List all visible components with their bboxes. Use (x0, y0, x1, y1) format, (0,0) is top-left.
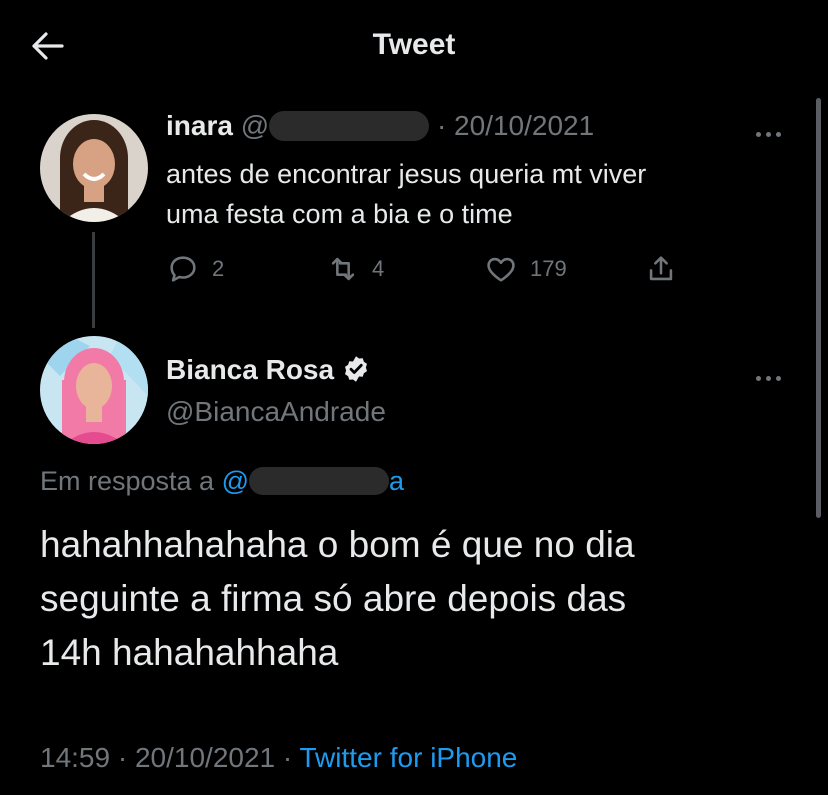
redaction-blur (249, 467, 390, 495)
main-author: Bianca Rosa (166, 354, 726, 394)
main-tweet-text: hahahhahahaha o bom é que no dia seguint… (40, 518, 800, 680)
main-author-name[interactable]: Bianca Rosa (166, 354, 334, 385)
reply-icon (170, 256, 196, 282)
parent-tweet-header: inara @ · 20/10/2021 (166, 110, 756, 150)
top-bar: Tweet (0, 0, 828, 90)
meta-separator: · (282, 742, 293, 773)
like-button[interactable]: 179 (484, 252, 567, 286)
parent-author-name[interactable]: inara (166, 110, 233, 141)
share-icon (649, 256, 673, 281)
tweet-metadata: 14:59 · 20/10/2021 · Twitter for iPhone (40, 742, 517, 774)
scrollbar[interactable] (816, 98, 821, 518)
parent-tweet-text: antes de encontrar jesus queria mt viver… (166, 154, 786, 234)
main-text-line: seguinte a firma só abre depois das (40, 578, 627, 619)
main-author-handle[interactable]: @BiancaAndrade (166, 396, 386, 428)
meta-separator: · (117, 742, 128, 773)
main-more-button[interactable] (756, 368, 790, 381)
thread-connector (92, 232, 95, 328)
share-button[interactable] (644, 252, 678, 286)
verified-badge-icon (344, 356, 367, 382)
main-text-line: hahahhahahaha o bom é que no dia (40, 524, 635, 565)
parent-author-handle[interactable]: @ (241, 110, 269, 141)
parent-text-line: antes de encontrar jesus queria mt viver (166, 159, 647, 189)
reply-count: 2 (212, 256, 225, 281)
reply-to-handle-end[interactable]: a (389, 466, 404, 496)
reply-to-label: Em resposta a (40, 466, 215, 496)
parent-date[interactable]: 20/10/2021 (454, 110, 594, 141)
main-text-line: 14h hahahahhaha (40, 632, 339, 673)
like-count: 179 (530, 256, 567, 281)
tweet-date[interactable]: 20/10/2021 (135, 742, 275, 773)
more-options-icon (756, 132, 761, 137)
retweet-button[interactable]: 4 (326, 252, 384, 286)
parent-more-button[interactable] (756, 124, 790, 137)
tweet-source[interactable]: Twitter for iPhone (300, 742, 518, 773)
retweet-icon (331, 257, 355, 281)
like-icon (487, 257, 515, 282)
reply-context: Em resposta a @ a (40, 466, 404, 497)
reply-to-handle[interactable]: @ (222, 466, 249, 496)
page-title: Tweet (372, 28, 456, 61)
avatar-bianca[interactable] (40, 336, 148, 444)
more-options-icon (756, 376, 761, 381)
tweet-time[interactable]: 14:59 (40, 742, 110, 773)
redaction-blur (269, 111, 430, 141)
parent-separator: · (436, 110, 447, 141)
retweet-count: 4 (372, 256, 385, 281)
parent-text-line: uma festa com a bia e o time (166, 199, 513, 229)
reply-button[interactable]: 2 (166, 252, 224, 286)
avatar-inara[interactable] (40, 114, 148, 222)
